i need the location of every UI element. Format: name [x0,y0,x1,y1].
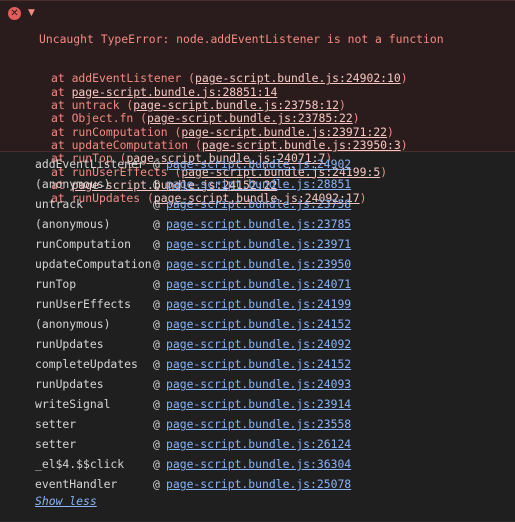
stack-source-link[interactable]: page-script.bundle.js:23950 [166,254,351,274]
console-panel: ✕ ▼ Uncaught TypeError: node.addEventLis… [0,0,515,522]
stack-function-name: runTop [35,277,77,291]
stack-at-symbol: @ [153,237,160,251]
stack-source-link[interactable]: page-script.bundle.js:26124 [166,434,351,454]
stack-function-name: (anonymous) [35,217,111,231]
error-frame: at updateComputation (page-script.bundle… [39,137,444,152]
frame-source-link[interactable]: page-script.bundle.js:24902:10 [195,71,401,85]
stack-function-name: writeSignal [35,397,111,411]
frame-prefix: at addEventListener ( [51,71,196,86]
frame-suffix: ) [400,137,408,152]
stack-function-name: setter [35,437,77,451]
expanded-caret-icon[interactable]: ▼ [28,7,35,20]
frame-prefix: at updateComputation ( [51,137,202,152]
stack-at-symbol: @ [153,377,160,391]
stack-source-link[interactable]: page-script.bundle.js:23558 [166,414,351,434]
stack-source-link[interactable]: page-script.bundle.js:24902 [166,154,351,174]
stack-at-symbol: @ [153,477,160,491]
frame-prefix: at runComputation ( [51,124,182,139]
stack-function-name: runUpdates [35,377,104,391]
stack-source-link[interactable]: page-script.bundle.js:24152 [166,354,351,374]
stack-at-symbol: @ [153,197,160,211]
frame-source-link[interactable]: page-script.bundle.js:23785:22 [147,111,353,125]
stack-source-link[interactable]: page-script.bundle.js:25078 [166,474,351,494]
error-frame: at runComputation (page-script.bundle.js… [39,124,444,139]
frame-suffix: ) [380,164,388,179]
stack-function-name: eventHandler [35,477,118,491]
frame-source-link[interactable]: page-script.bundle.js:28851:14 [72,85,278,99]
stack-source-link[interactable]: page-script.bundle.js:24152 [166,314,351,334]
show-less-link[interactable]: Show less [35,492,97,510]
stack-source-link[interactable]: page-script.bundle.js:24071 [166,274,351,294]
stack-at-symbol: @ [153,297,160,311]
frame-source-link[interactable]: page-script.bundle.js:23950:3 [202,138,401,152]
stack-at-symbol: @ [153,397,160,411]
stack-source-link[interactable]: page-script.bundle.js:28851 [166,174,351,194]
frame-source-link[interactable]: page-script.bundle.js:23971:22 [181,125,387,139]
error-message: Uncaught TypeError: node.addEventListene… [39,31,444,46]
frame-suffix: ) [387,124,394,139]
stack-function-name: updateComputation [35,257,152,271]
stack-function-name: addEventListener [35,157,145,171]
frame-prefix: at [51,84,72,99]
stack-function-name: _el$4.$$click [35,457,125,471]
stack-source-link[interactable]: page-script.bundle.js:24092 [166,334,351,354]
error-frame: at untrack (page-script.bundle.js:23758:… [39,98,444,113]
frame-suffix: ) [339,98,346,113]
stack-function-name: completeUpdates [35,357,138,371]
stack-function-name: runComputation [35,237,132,251]
stack-source-link[interactable]: page-script.bundle.js:23971 [166,234,351,254]
error-circle-icon: ✕ [8,7,21,20]
stack-at-symbol: @ [153,177,160,191]
stack-at-symbol: @ [153,157,160,171]
error-message-block: ✕ ▼ Uncaught TypeError: node.addEventLis… [0,0,515,205]
stack-at-symbol: @ [153,337,160,351]
stack-at-symbol: @ [153,217,160,231]
stack-at-symbol: @ [153,317,160,331]
stack-at-symbol: @ [153,257,160,271]
frame-prefix: at untrack ( [51,98,134,113]
error-frame: at addEventListener (page-script.bundle.… [39,72,444,85]
frame-suffix: ) [400,71,408,86]
stack-at-symbol: @ [153,437,160,451]
error-frame: at Object.fn (page-script.bundle.js:2378… [39,112,444,125]
stack-at-symbol: @ [153,417,160,431]
stack-function-name: runUpdates [35,337,104,351]
stack-at-symbol: @ [153,457,160,471]
stack-function-name: untrack [35,197,84,211]
stack-source-link[interactable]: page-script.bundle.js:23914 [166,394,351,414]
stack-source-link[interactable]: page-script.bundle.js:23758 [166,194,351,214]
error-frame: at page-script.bundle.js:28851:14 [39,84,444,99]
frame-source-link[interactable]: page-script.bundle.js:23758:12 [133,98,339,112]
stack-function-name: setter [35,417,77,431]
stack-at-symbol: @ [153,277,160,291]
stack-at-symbol: @ [153,357,160,371]
stack-function-name: (anonymous) [35,177,111,191]
stack-source-link[interactable]: page-script.bundle.js:24093 [166,374,351,394]
stack-source-link[interactable]: page-script.bundle.js:24199 [166,294,351,314]
stack-source-link[interactable]: page-script.bundle.js:36304 [166,454,351,474]
stack-source-link[interactable]: page-script.bundle.js:23785 [166,214,351,234]
stack-function-name: runUserEffects [35,297,132,311]
frame-suffix: ) [359,191,367,206]
frame-prefix: at Object.fn ( [51,111,148,126]
stack-function-name: (anonymous) [35,317,111,331]
frame-suffix: ) [352,111,360,126]
